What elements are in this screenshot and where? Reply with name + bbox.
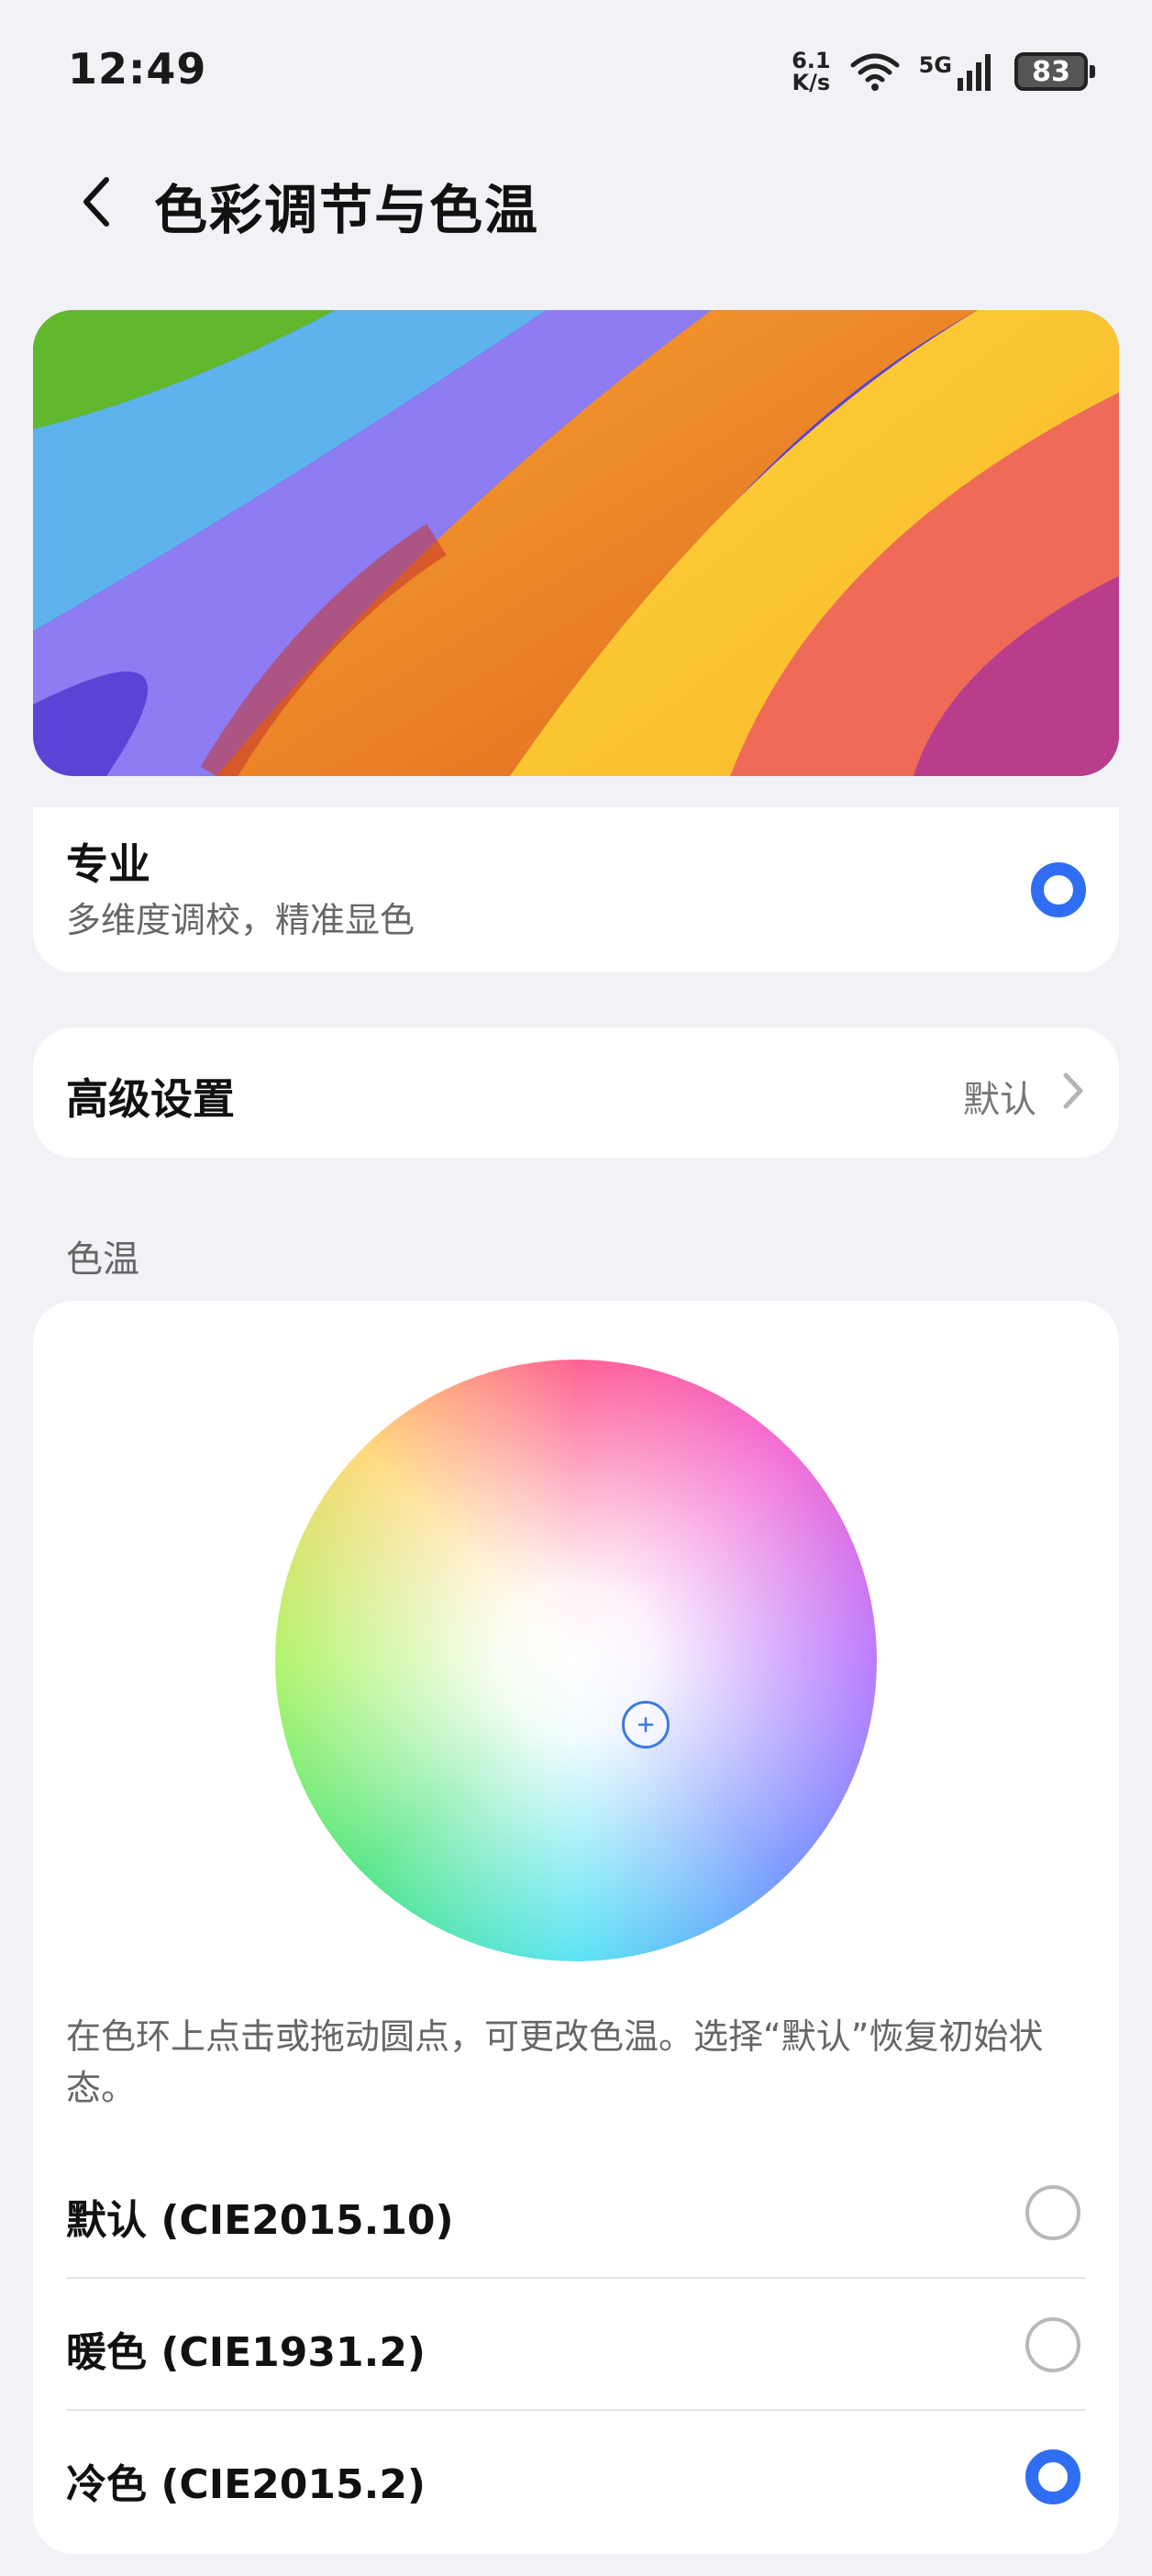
battery-level: 83 xyxy=(1032,55,1070,88)
crosshair-icon xyxy=(637,1716,654,1733)
temp-option-label: 默认 (CIE2015.10) xyxy=(66,2197,454,2244)
temp-option-default[interactable]: 默认 (CIE2015.10) xyxy=(66,2147,1086,2279)
back-button[interactable] xyxy=(68,172,127,231)
advanced-settings-value: 默认 xyxy=(963,1079,1036,1121)
net-speed-value: 6.1 xyxy=(792,48,831,73)
wifi-icon xyxy=(850,53,900,91)
color-temp-hint: 在色环上点击或拖动圆点，可更改色温。选择“默认”恢复初始状态。 xyxy=(66,2016,1044,2108)
battery-icon: 83 xyxy=(1014,52,1095,91)
signal-icon xyxy=(958,54,991,91)
page-title: 色彩调节与色温 xyxy=(154,179,540,241)
network-type: 5G xyxy=(918,52,952,78)
advanced-settings-label: 高级设置 xyxy=(66,1074,235,1124)
signal-group: 5G xyxy=(919,52,996,91)
section-label-color-temp: 色温 xyxy=(66,1238,139,1281)
color-preview-image xyxy=(33,310,1119,776)
chevron-right-icon xyxy=(1063,1072,1083,1109)
status-bar: 12:49 6.1 K/s 5G 83 xyxy=(0,0,1152,147)
temp-option-warm[interactable]: 暖色 (CIE1931.2) xyxy=(66,2279,1086,2411)
rainbow-waves-illustration xyxy=(33,310,1119,776)
profile-title: 专业 xyxy=(66,839,150,889)
header: 色彩调节与色温 xyxy=(0,147,1152,257)
advanced-settings-row[interactable]: 高级设置 默认 xyxy=(33,1027,1119,1158)
temp-option-radio[interactable] xyxy=(1025,2185,1080,2240)
color-temp-card: 在色环上点击或拖动圆点，可更改色温。选择“默认”恢复初始状态。 默认 (CIE2… xyxy=(33,1301,1119,2554)
back-arrow-icon xyxy=(83,177,109,227)
temp-option-label: 冷色 (CIE2015.2) xyxy=(66,2461,426,2508)
temp-option-radio[interactable] xyxy=(1025,2449,1080,2504)
color-wheel-handle[interactable] xyxy=(622,1701,670,1749)
temp-option-radio[interactable] xyxy=(1025,2317,1080,2372)
temp-option-label: 暖色 (CIE1931.2) xyxy=(66,2329,426,2376)
status-icons: 6.1 K/s 5G 83 xyxy=(792,44,1095,99)
profile-subtitle: 多维度调校，精准显色 xyxy=(66,900,415,940)
color-wheel[interactable] xyxy=(275,1360,877,1961)
profile-option-professional[interactable]: 专业 多维度调校，精准显色 xyxy=(33,807,1119,972)
status-time: 12:49 xyxy=(68,44,207,94)
net-speed-unit: K/s xyxy=(792,70,831,95)
temp-option-cool[interactable]: 冷色 (CIE2015.2) xyxy=(66,2411,1086,2543)
profile-radio[interactable] xyxy=(1031,862,1086,917)
net-speed: 6.1 K/s xyxy=(792,50,831,94)
